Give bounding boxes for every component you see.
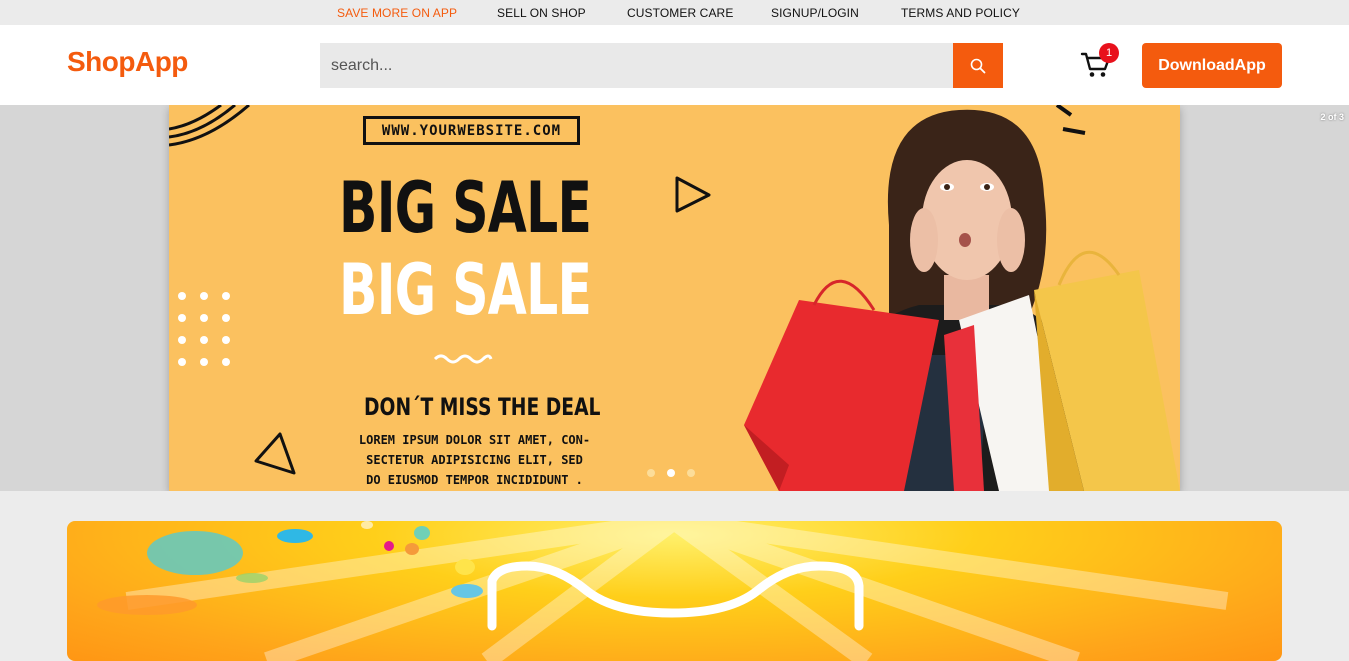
- carousel-dot-3[interactable]: [687, 469, 695, 477]
- sale-banner-slide[interactable]: WWW.YOURWEBSITE.COM BIG SALE BIG SALE DO…: [169, 105, 1180, 491]
- triangle-outline-icon: [254, 432, 296, 475]
- cart-count-badge: 1: [1099, 43, 1119, 63]
- wavy-line-icon: [433, 354, 493, 364]
- website-label: WWW.YOURWEBSITE.COM: [363, 116, 580, 145]
- big-sale-headline-white: BIG SALE: [339, 249, 592, 331]
- carousel-dots: [647, 469, 695, 477]
- terms-and-policy-link[interactable]: TERMS AND POLICY: [901, 6, 1020, 20]
- decorative-arcs-icon: [169, 105, 250, 147]
- decorative-dots-icon: [178, 292, 230, 366]
- shopapp-logo[interactable]: ShopApp: [67, 46, 188, 78]
- search-button[interactable]: [953, 43, 1003, 88]
- download-app-button[interactable]: DownloadApp: [1142, 43, 1282, 88]
- slide-counter: 2 of 3: [1320, 112, 1344, 122]
- dont-miss-deal-heading: DON´T MISS THE DEAL: [364, 393, 601, 421]
- big-sale-headline-black: BIG SALE: [339, 167, 592, 249]
- sell-on-shop-link[interactable]: SELL ON SHOP: [497, 6, 586, 20]
- woman-with-shopping-bags-image: [744, 109, 1180, 491]
- customer-care-link[interactable]: CUSTOMER CARE: [627, 6, 733, 20]
- search-input[interactable]: [320, 43, 953, 88]
- search-icon: [970, 58, 986, 73]
- top-link-bar: SAVE MORE ON APP SELL ON SHOP CUSTOMER C…: [0, 0, 1349, 25]
- promo-banner[interactable]: [67, 521, 1282, 661]
- confetti-decoration-icon: [97, 521, 1229, 661]
- promo-body-text: LOREM IPSUM DOLOR SIT AMET, CON-SECTETUR…: [358, 433, 591, 487]
- signup-login-link[interactable]: SIGNUP/LOGIN: [771, 6, 859, 20]
- site-header: ShopApp 1 DownloadApp: [0, 25, 1349, 105]
- carousel-dot-2[interactable]: [667, 469, 675, 477]
- carousel-dot-1[interactable]: [647, 469, 655, 477]
- hero-carousel[interactable]: 2 of 3 WWW.YOURWEBSITE.COM BIG SALE BIG …: [0, 105, 1349, 491]
- save-more-on-app-link[interactable]: SAVE MORE ON APP: [337, 6, 457, 20]
